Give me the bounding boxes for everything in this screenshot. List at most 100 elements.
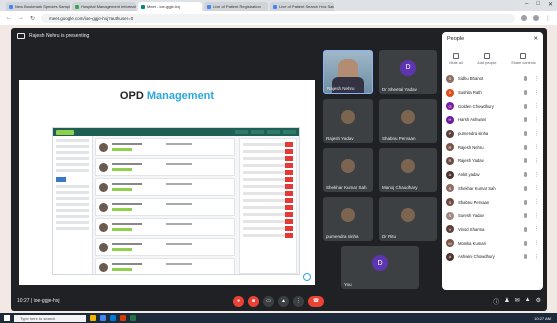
participant-row[interactable]: V Vinod Sharma ⋮ bbox=[446, 223, 539, 237]
info-icon[interactable]: ⓘ bbox=[493, 297, 499, 306]
participant-tile[interactable]: Shekhar Kumar Sah bbox=[323, 148, 373, 192]
participant-row[interactable]: Ppurnendra sinha ⋮ bbox=[446, 127, 539, 141]
file-explorer-icon[interactable] bbox=[90, 315, 96, 321]
participant-name: purnendra sinha bbox=[326, 234, 359, 239]
participant-row[interactable]: S Sushila Rath ⋮ bbox=[446, 86, 539, 100]
forward-icon[interactable]: → bbox=[18, 15, 24, 21]
filter-row bbox=[56, 163, 89, 166]
more-options-icon[interactable]: ⋮ bbox=[534, 254, 539, 260]
participant-tile[interactable]: purnendra sinha bbox=[323, 197, 373, 241]
browser-tab[interactable]: Live of Patient Registration bbox=[204, 2, 268, 11]
participant-avatar: S bbox=[446, 74, 454, 83]
participant-row[interactable]: S Shekhar Kumar Sah ⋮ bbox=[446, 182, 539, 196]
more-options-icon[interactable]: ⋮ bbox=[534, 158, 539, 164]
present-button[interactable]: ▲ bbox=[278, 295, 289, 307]
camera-toggle-button[interactable]: ■ bbox=[248, 295, 259, 307]
patient-avatar bbox=[99, 243, 108, 252]
more-options-icon[interactable]: ⋮ bbox=[534, 185, 539, 191]
maximize-icon[interactable]: □ bbox=[536, 1, 540, 8]
participant-row[interactable]: M Monika Kumari ⋮ bbox=[446, 236, 539, 250]
close-icon[interactable]: ✕ bbox=[548, 1, 553, 8]
minimize-icon[interactable]: – bbox=[525, 1, 528, 8]
participant-row[interactable]: H Harsh Ashwani ⋮ bbox=[446, 113, 539, 127]
side-controls: ⓘ ♟ ✉ ▲ ⚙ bbox=[493, 297, 541, 306]
patient-avatar bbox=[99, 223, 108, 232]
mic-muted-icon bbox=[524, 254, 527, 260]
participant-photo bbox=[401, 159, 415, 174]
more-options-icon[interactable]: ⋮ bbox=[534, 103, 539, 109]
call-controls: ● ■ ▭ ▲ ⋮ ☎ bbox=[233, 295, 324, 307]
participant-tile[interactable]: Dr Ritu bbox=[379, 197, 437, 241]
host-controls-icon[interactable]: ⚙ bbox=[536, 297, 541, 306]
reload-icon[interactable]: ↻ bbox=[30, 15, 35, 22]
participant-tile[interactable]: D You bbox=[341, 246, 419, 289]
participant-tile[interactable]: Shabnu Pervaan bbox=[379, 99, 437, 143]
participant-row[interactable]: S Sidhu Bhanot ⋮ bbox=[446, 72, 539, 86]
browser-tab[interactable]: Live of Patient Search Hos Sale bbox=[270, 2, 334, 11]
more-options-icon[interactable]: ⋮ bbox=[534, 117, 539, 123]
activities-icon[interactable]: ▲ bbox=[525, 297, 531, 306]
people-icon[interactable]: ♟ bbox=[504, 297, 509, 306]
participant-tile[interactable]: Manoj Chaudhary bbox=[379, 148, 437, 192]
browser-tab[interactable]: Meet - ioe-ggje-hxj bbox=[138, 2, 202, 11]
more-options-icon[interactable]: ⋮ bbox=[534, 199, 539, 205]
slide-title: OPD Management bbox=[19, 90, 315, 102]
patient-card bbox=[95, 138, 235, 156]
mic-toggle-button[interactable]: ● bbox=[233, 295, 244, 307]
participant-photo bbox=[341, 159, 355, 174]
participant-tile[interactable]: Rajesh Nehru bbox=[323, 50, 373, 94]
more-options-button[interactable]: ⋮ bbox=[293, 295, 304, 307]
people-action-button[interactable]: Mute all bbox=[449, 53, 463, 65]
close-panel-icon[interactable]: ✕ bbox=[533, 36, 538, 42]
excel-icon[interactable] bbox=[130, 315, 136, 321]
browser-tab[interactable]: Hospital Management Information bbox=[72, 2, 136, 11]
participant-row[interactable]: A Ashwini Chowdhury ⋮ bbox=[446, 250, 539, 264]
patient-card bbox=[95, 218, 235, 236]
more-options-icon[interactable]: ⋮ bbox=[534, 213, 539, 219]
people-action-label: Add people bbox=[477, 61, 497, 65]
profile-avatar[interactable] bbox=[533, 15, 539, 21]
participant-row[interactable]: S Suresh Yadav ⋮ bbox=[446, 209, 539, 223]
extension-icon[interactable] bbox=[521, 15, 527, 21]
end-call-button[interactable]: ☎ bbox=[308, 295, 324, 307]
participant-row[interactable]: S Shabnu Pervaan ⋮ bbox=[446, 195, 539, 209]
favicon-icon bbox=[75, 4, 79, 9]
participant-tile[interactable]: Rajesh Yadav bbox=[323, 99, 373, 143]
participant-avatar: D bbox=[372, 255, 388, 272]
more-options-icon[interactable]: ⋮ bbox=[534, 131, 539, 137]
side-panel-row bbox=[243, 233, 293, 238]
meet-control-bar: 10:27 | ioe-ggje-hxj ● ■ ▭ ▲ ⋮ ☎ ⓘ ♟ ✉ ▲… bbox=[11, 291, 547, 311]
back-icon[interactable]: ← bbox=[6, 15, 12, 21]
more-options-icon[interactable]: ⋮ bbox=[534, 172, 539, 178]
filter-row bbox=[56, 151, 89, 154]
more-options-icon[interactable]: ⋮ bbox=[534, 90, 539, 96]
chat-icon[interactable]: ✉ bbox=[515, 297, 520, 306]
participant-avatar: R bbox=[446, 143, 454, 152]
office-icon[interactable] bbox=[120, 315, 126, 321]
participant-name: Rajesh Nehru bbox=[458, 144, 484, 150]
url-field[interactable]: meet.google.com/ioe-ggje-hxj?authuser=0 bbox=[41, 13, 515, 23]
participant-row[interactable]: A Ankit yadav ⋮ bbox=[446, 168, 539, 182]
participant-row[interactable]: R Rajesh Nehru ⋮ bbox=[446, 140, 539, 154]
mic-muted-icon bbox=[524, 90, 527, 96]
participant-row[interactable]: R Rajesh Yadav ⋮ bbox=[446, 154, 539, 168]
taskbar-search[interactable]: Type here to search bbox=[14, 314, 86, 322]
more-options-icon[interactable]: ⋮ bbox=[534, 240, 539, 246]
app-logo bbox=[56, 129, 74, 135]
captions-button[interactable]: ▭ bbox=[263, 295, 274, 307]
more-options-icon[interactable]: ⋮ bbox=[534, 144, 539, 150]
menu-icon[interactable]: ⋮ bbox=[545, 15, 551, 22]
mic-muted-icon bbox=[524, 76, 527, 82]
participant-tile[interactable]: D Dr Sheetal Yadav bbox=[379, 50, 437, 94]
edge-icon[interactable] bbox=[110, 315, 116, 321]
participant-row[interactable]: G Golden Chowdhury ⋮ bbox=[446, 99, 539, 113]
people-action-button[interactable]: Share controls bbox=[511, 53, 536, 65]
people-action-button[interactable]: Add people bbox=[477, 53, 497, 65]
windows-start-icon[interactable] bbox=[4, 315, 10, 321]
more-options-icon[interactable]: ⋮ bbox=[534, 226, 539, 232]
chrome-icon[interactable] bbox=[100, 315, 106, 321]
side-panel-row bbox=[243, 177, 293, 182]
participant-avatar: M bbox=[446, 239, 454, 248]
more-options-icon[interactable]: ⋮ bbox=[534, 76, 539, 82]
browser-tab[interactable]: New Bookmark Species Sample bbox=[6, 2, 70, 11]
